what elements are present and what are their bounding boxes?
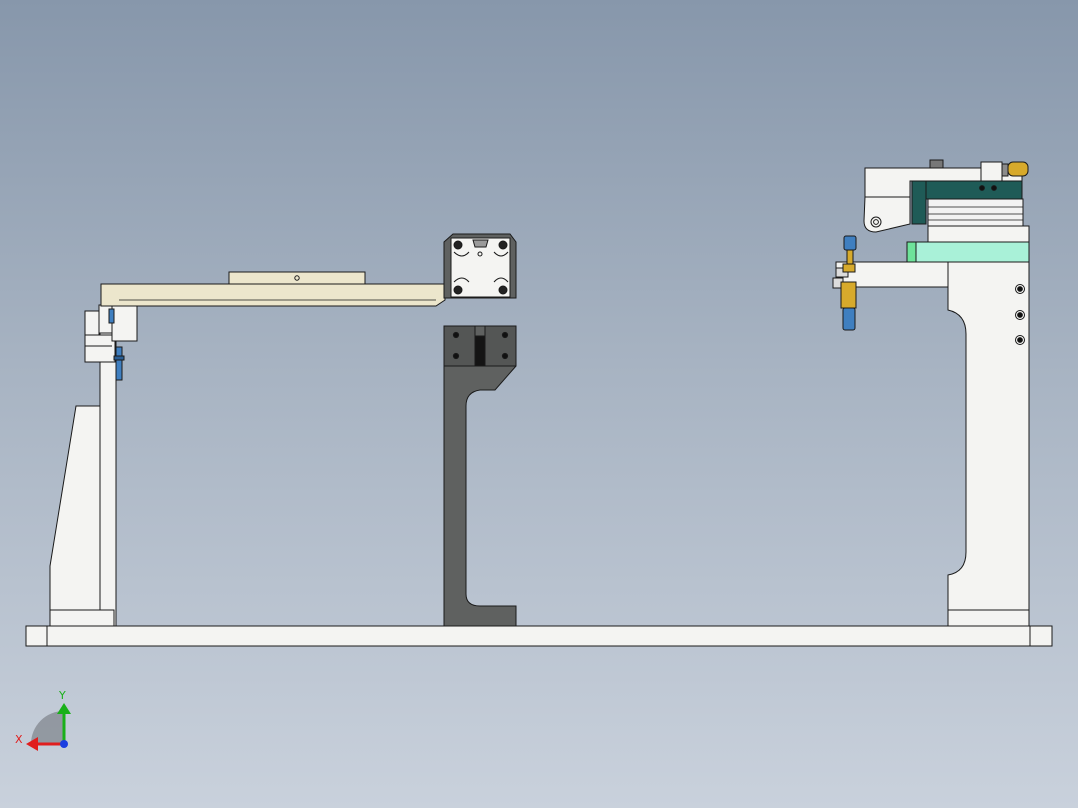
cad-viewport[interactable]: Y X (0, 0, 1078, 808)
right-locating-pin[interactable] (840, 235, 857, 331)
base-plate[interactable] (25, 625, 1053, 647)
mint-spacer-block[interactable] (906, 241, 1030, 263)
left-support-column[interactable] (49, 319, 117, 627)
x-axis-label: X (15, 733, 23, 746)
right-support-column[interactable] (947, 261, 1030, 627)
y-axis-arrowhead (57, 703, 71, 714)
y-axis-label: Y (58, 689, 66, 702)
guide-block[interactable] (927, 198, 1030, 243)
horizontal-arm[interactable] (100, 271, 446, 307)
middle-column[interactable] (443, 325, 517, 627)
cad-drawing[interactable]: Y X (0, 0, 1078, 808)
z-axis-dot (60, 740, 68, 748)
rotary-cap[interactable] (443, 233, 517, 299)
coordinate-triad: Y X (15, 689, 71, 751)
